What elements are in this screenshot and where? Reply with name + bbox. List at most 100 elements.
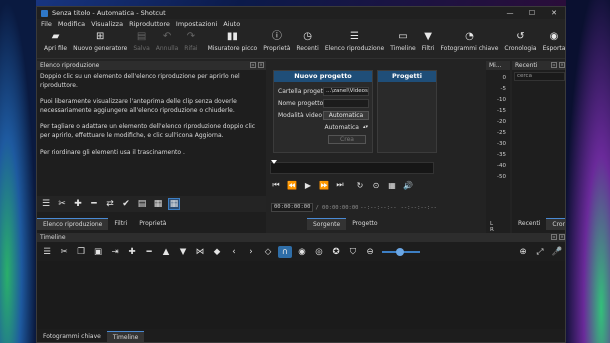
menu-icon[interactable]: ☰ xyxy=(40,246,54,258)
cut-icon[interactable]: ✂ xyxy=(56,198,68,210)
project-folder-field[interactable]: ...\zanel\Videos xyxy=(323,86,369,96)
remove-icon[interactable]: ━ xyxy=(88,198,100,210)
cut-icon[interactable]: ✂ xyxy=(57,246,71,258)
list-view-icon[interactable]: ▦ xyxy=(152,198,164,210)
timeline-tracks-area[interactable] xyxy=(37,261,565,329)
maximize-button[interactable]: ☐ xyxy=(521,7,543,19)
ripple-all-icon[interactable]: ✪ xyxy=(329,246,343,258)
help-paragraph: Per tagliare o adattare un elemento dell… xyxy=(40,123,256,139)
check-icon[interactable]: ✔ xyxy=(120,198,132,210)
minimize-button[interactable]: — xyxy=(499,7,521,19)
menu-impostazioni[interactable]: Impostazioni xyxy=(176,20,217,28)
playhead-icon[interactable] xyxy=(271,160,277,164)
new-generator-button[interactable]: ⊞ Nuovo generatore xyxy=(70,29,130,52)
float-panel-icon[interactable]: ▫ xyxy=(250,62,256,68)
recent-search-input[interactable]: cerca xyxy=(514,72,565,81)
timeline-title: Timeline xyxy=(40,234,66,241)
grid-dropdown-icon[interactable]: ▦ xyxy=(387,181,397,190)
tab-timeline[interactable]: Timeline xyxy=(106,331,145,342)
tab-filters[interactable]: Filtri xyxy=(108,218,133,230)
tab-source[interactable]: Sorgente xyxy=(307,218,347,230)
zoom-in-icon[interactable]: ⊕ xyxy=(516,246,530,258)
tab-recent[interactable]: Recenti xyxy=(512,218,546,230)
marker-list-icon[interactable]: ◇ xyxy=(261,246,275,258)
zoom-out-icon[interactable]: ⊖ xyxy=(363,246,377,258)
save-button[interactable]: ▤ Salva xyxy=(130,29,152,52)
history-button[interactable]: ↺ Cronologia xyxy=(501,29,539,52)
position-timecode[interactable]: 00:00:00:00 xyxy=(271,203,314,212)
spin-arrows-icon[interactable]: ▴▾ xyxy=(363,124,368,130)
redo-button[interactable]: ↷ Rifai xyxy=(181,29,200,52)
zoom-dropdown-icon[interactable]: ⊙ xyxy=(371,181,381,190)
play-icon[interactable]: ▶ xyxy=(303,181,313,190)
menu-riproduttore[interactable]: Riproduttore xyxy=(129,20,170,28)
create-button[interactable]: Crea xyxy=(328,134,366,144)
record-audio-icon[interactable]: 🎤 xyxy=(550,246,564,258)
project-name-row: Nome progetto xyxy=(274,97,372,109)
timeline-button[interactable]: ▭ Timeline xyxy=(387,29,419,52)
remove-icon[interactable]: ━ xyxy=(142,246,156,258)
split-icon[interactable]: ⋈ xyxy=(193,246,207,258)
ripple-markers-icon[interactable]: ⛉ xyxy=(346,246,360,258)
scrubber-bar[interactable] xyxy=(270,160,434,174)
open-file-button[interactable]: ▰ Apri file xyxy=(41,29,70,52)
tab-properties[interactable]: Proprietà xyxy=(133,218,172,230)
video-mode-row: Modalità video Automatica xyxy=(274,109,372,121)
skip-next-icon[interactable]: ⏭ xyxy=(335,180,345,190)
export-button[interactable]: ◉ Esporta xyxy=(540,29,565,52)
filters-button[interactable]: ▼ Filtri xyxy=(419,29,438,52)
menu-modifica[interactable]: Modifica xyxy=(58,20,85,28)
add-icon[interactable]: ✚ xyxy=(125,246,139,258)
bottom-tabs: Fotogrammi chiave Timeline xyxy=(37,331,145,342)
volume-icon[interactable]: 🔊 xyxy=(403,181,413,190)
window-controls: — ☐ ✕ xyxy=(499,7,565,19)
close-panel-icon[interactable]: × xyxy=(559,234,565,240)
menu-visualizza[interactable]: Visualizza xyxy=(91,20,123,28)
menu-icon[interactable]: ☰ xyxy=(40,198,52,210)
grid-view-icon[interactable]: ▦ xyxy=(168,198,180,210)
keyframes-button[interactable]: ◔ Fotogrammi chiave xyxy=(438,29,502,52)
float-panel-icon[interactable]: ▫ xyxy=(551,62,557,68)
meter-tick: -30 xyxy=(497,141,506,147)
scrub-icon[interactable]: ◉ xyxy=(295,246,309,258)
close-button[interactable]: ✕ xyxy=(543,7,565,19)
tab-history[interactable]: Cronologia xyxy=(546,218,565,230)
close-panel-icon[interactable]: × xyxy=(258,62,264,68)
audio-meter-panel: Mi... 0 -5 -10 -15 -20 -25 -30 -35 -40 -… xyxy=(486,61,510,233)
details-view-icon[interactable]: ▤ xyxy=(136,198,148,210)
float-panel-icon[interactable]: ▫ xyxy=(551,234,557,240)
fast-forward-icon[interactable]: ⏩ xyxy=(319,181,329,190)
marker-next-icon[interactable]: › xyxy=(244,246,258,258)
update-icon[interactable]: ⇄ xyxy=(104,198,116,210)
add-icon[interactable]: ✚ xyxy=(72,198,84,210)
append-icon[interactable]: ⇥ xyxy=(108,246,122,258)
peak-meter-button[interactable]: ▮▮ Misuratore picco xyxy=(205,29,261,52)
rewind-icon[interactable]: ⏪ xyxy=(287,181,297,190)
tab-keyframes[interactable]: Fotogrammi chiave xyxy=(37,331,107,342)
lift-icon[interactable]: ▲ xyxy=(159,246,173,258)
project-name-input[interactable] xyxy=(323,98,369,108)
close-panel-icon[interactable]: × xyxy=(559,62,565,68)
timeline-header: Timeline ▫ × xyxy=(37,233,565,242)
zoom-slider[interactable] xyxy=(382,248,420,256)
tab-playlist[interactable]: Elenco riproduzione xyxy=(37,218,109,230)
menu-aiuto[interactable]: Aiuto xyxy=(223,20,240,28)
tab-project[interactable]: Progetto xyxy=(346,218,383,230)
menu-file[interactable]: File xyxy=(41,20,52,28)
recent-button[interactable]: ◷ Recenti xyxy=(293,29,321,52)
marker-add-icon[interactable]: ◆ xyxy=(210,246,224,258)
undo-button[interactable]: ↶ Annulla xyxy=(153,29,182,52)
playlist-button[interactable]: ☰ Elenco riproduzione xyxy=(322,29,387,52)
zoom-slider-knob[interactable] xyxy=(396,248,404,256)
snap-icon[interactable]: ∩ xyxy=(278,246,292,258)
marker-prev-icon[interactable]: ‹ xyxy=(227,246,241,258)
copy-icon[interactable]: ❐ xyxy=(74,246,88,258)
paste-icon[interactable]: ▣ xyxy=(91,246,105,258)
video-mode-button[interactable]: Automatica xyxy=(323,110,369,120)
zoom-fit-icon[interactable]: ⤢ xyxy=(533,246,547,258)
loop-icon[interactable]: ↻ xyxy=(355,181,365,190)
overwrite-icon[interactable]: ▼ xyxy=(176,246,190,258)
properties-button[interactable]: ⓘ Proprietà xyxy=(260,29,293,52)
ripple-icon[interactable]: ◎ xyxy=(312,246,326,258)
skip-previous-icon[interactable]: ⏮ xyxy=(271,180,281,190)
